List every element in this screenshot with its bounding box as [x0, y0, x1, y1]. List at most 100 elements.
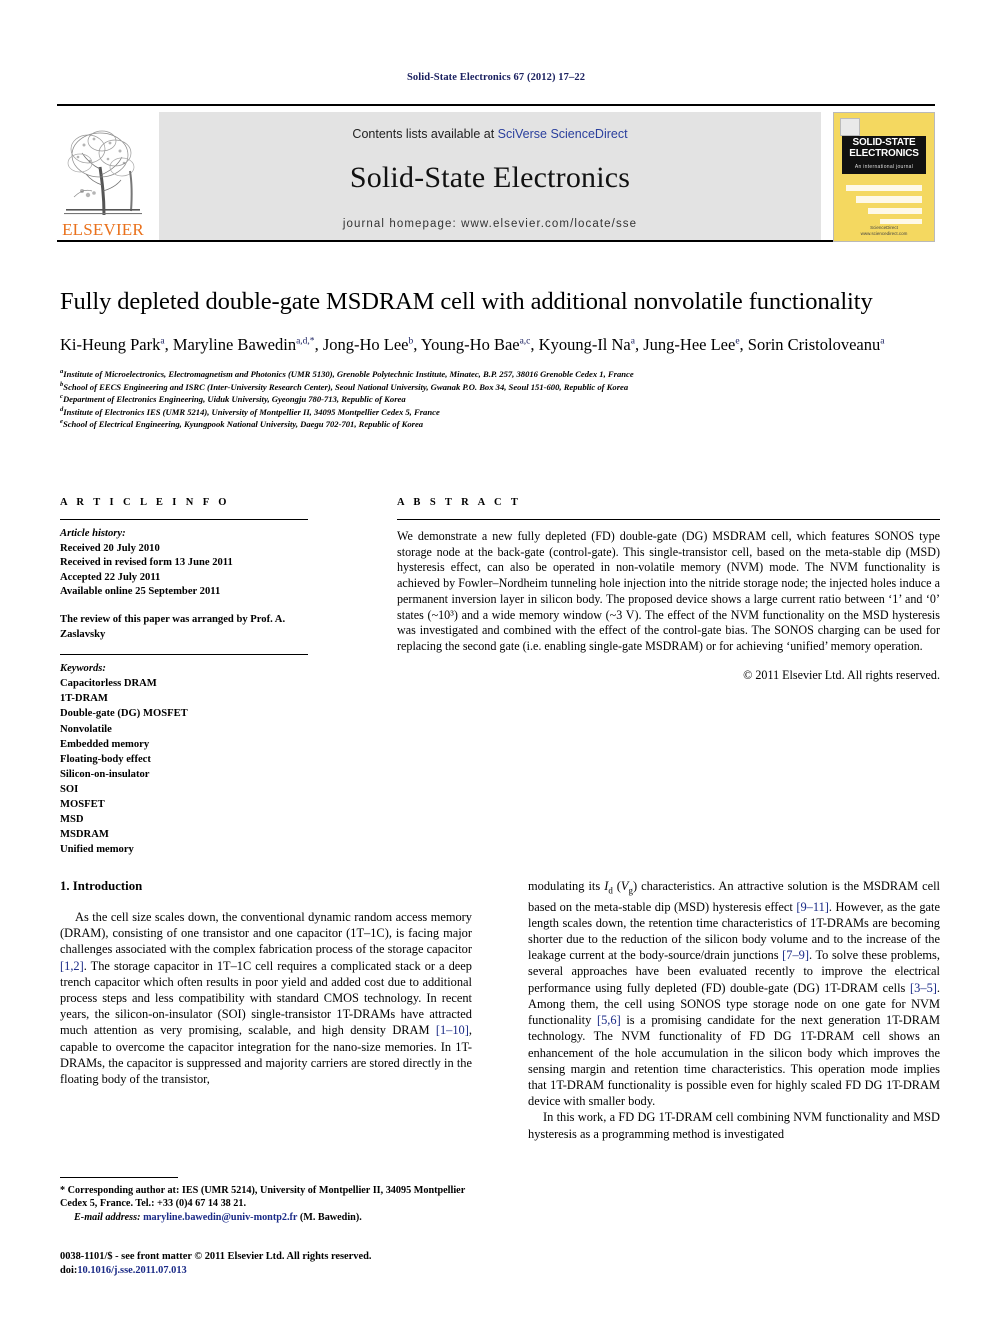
journal-homepage-link[interactable]: journal homepage: www.elsevier.com/locat… — [159, 218, 821, 230]
cover-elsevier-icon — [840, 118, 860, 136]
intro-p1-a: As the cell size scales down, the conven… — [60, 910, 472, 957]
elsevier-tree-icon — [60, 125, 146, 221]
author-affiliation-mark: a — [160, 336, 165, 347]
article-history-heading: Article history: — [60, 528, 126, 539]
contents-available-line: Contents lists available at SciVerse Sci… — [352, 127, 627, 141]
citation-ref-6[interactable]: [5,6] — [597, 1013, 621, 1027]
keyword-item: 1T-DRAM — [60, 693, 108, 705]
journal-masthead: ELSEVIER Contents lists available at Sci… — [57, 104, 935, 242]
author-name: Maryline Bawedin — [172, 335, 297, 354]
abstract-label: A B S T R A C T — [397, 497, 522, 508]
author-affiliation-mark: a,d,* — [296, 336, 315, 347]
cover-title-line2: ELECTRONICS — [849, 148, 919, 160]
doi-link[interactable]: 10.1016/j.sse.2011.07.013 — [77, 1265, 186, 1276]
intro-paragraph-1: As the cell size scales down, the conven… — [60, 909, 472, 1087]
sciencedirect-link[interactable]: SciVerse ScienceDirect — [498, 127, 628, 141]
keyword-item: Capacitorless DRAM — [60, 678, 157, 690]
article-info-label: A R T I C L E I N F O — [60, 497, 230, 508]
citation-ref-4[interactable]: [7–9] — [782, 948, 809, 962]
affiliation-item: aInstitute of Microelectronics, Electrom… — [60, 368, 940, 381]
author-list: Ki-Heung Parka, Maryline Bawedina,d,*, J… — [60, 335, 885, 354]
affiliation-text: Institute of Microelectronics, Electroma… — [63, 369, 634, 379]
citation-ref-2[interactable]: [1–10] — [436, 1023, 469, 1037]
intro-p2-paren: ( — [612, 879, 621, 893]
journal-title: Solid-State Electronics — [349, 161, 631, 194]
running-head: Solid-State Electronics 67 (2012) 17–22 — [406, 72, 586, 83]
abstract-copyright: © 2011 Elsevier Ltd. All rights reserved… — [743, 667, 940, 682]
keyword-item: MSDRAM — [60, 829, 109, 841]
cover-subtitle: An international journal — [854, 164, 914, 171]
email-link[interactable]: maryline.bawedin@univ-montp2.fr — [143, 1212, 297, 1223]
issn-line: 0038-1101/$ - see front matter © 2011 El… — [60, 1251, 372, 1262]
journal-cover: SOLID-STATE ELECTRONICS An international… — [831, 112, 935, 242]
article-history-item: Received 20 July 2010 — [60, 542, 160, 554]
author-name: Young-Ho Bae — [420, 335, 520, 354]
intro-paragraph-3: In this work, a FD DG 1T-DRAM cell combi… — [528, 1110, 940, 1141]
journal-band: Contents lists available at SciVerse Sci… — [159, 112, 821, 240]
keyword-item: SOI — [60, 783, 79, 795]
cover-stripe-2 — [856, 196, 922, 203]
keyword-item: Floating-body effect — [60, 753, 151, 765]
footnote-area: * Corresponding author at: IES (UMR 5214… — [60, 1177, 472, 1224]
article-history-item: Available online 25 September 2011 — [60, 586, 221, 598]
author-name: Jong-Ho Lee — [322, 335, 409, 354]
doi-label: doi: — [60, 1264, 78, 1276]
title-block: Fully depleted double-gate MSDRAM cell w… — [60, 287, 940, 431]
elsevier-wordmark: ELSEVIER — [62, 220, 144, 239]
symbol-vg: V — [620, 879, 629, 893]
author-affiliation-mark: a — [880, 336, 885, 347]
affiliation-item: dInstitute of Electronics IES (UMR 5214)… — [60, 406, 940, 419]
abstract-text: We demonstrate a new fully depleted (FD)… — [397, 529, 940, 653]
review-note: The review of this paper was arranged by… — [60, 613, 286, 640]
body-column-left: 1. Introduction As the cell size scales … — [60, 878, 472, 1087]
author-name: Sorin Cristoloveanu — [747, 335, 881, 354]
keyword-item: Silicon-on-insulator — [60, 768, 150, 780]
contents-prefix: Contents lists available at — [352, 127, 498, 141]
cover-stripe-4 — [880, 219, 922, 225]
cover-stripe-1 — [846, 184, 922, 192]
affiliation-item: eSchool of Electrical Engineering, Kyung… — [60, 418, 940, 431]
corresponding-text: Corresponding author at: IES (UMR 5214),… — [60, 1185, 466, 1210]
affiliation-item: bSchool of EECS Engineering and ISRC (In… — [60, 381, 940, 394]
article-history-item: Accepted 22 July 2011 — [60, 571, 161, 583]
email-suffix: (M. Bawedin). — [297, 1211, 362, 1223]
intro-p2-f: is a promising candidate for the next ge… — [528, 1013, 940, 1109]
corresponding-author-note: * Corresponding author at: IES (UMR 5214… — [60, 1184, 472, 1211]
journal-cover-image: SOLID-STATE ELECTRONICS An international… — [833, 112, 935, 242]
keyword-item: Unified memory — [60, 844, 134, 856]
abstract-body: We demonstrate a new fully depleted (FD)… — [397, 520, 940, 683]
masthead-bottom-rule — [57, 240, 935, 242]
citation-ref-3[interactable]: [9–11] — [796, 900, 829, 914]
citation-ref-5[interactable]: [3–5] — [910, 981, 937, 995]
intro-p2-a: modulating its — [528, 879, 605, 893]
author-name: Kyoung-Il Na — [538, 335, 631, 354]
cover-title-text: SOLID-STATE ELECTRONICS — [842, 137, 926, 159]
author-affiliation-mark: e — [735, 336, 740, 347]
email-note: E-mail address: maryline.bawedin@univ-mo… — [60, 1211, 472, 1224]
email-label: E-mail address: — [74, 1211, 141, 1223]
imprint-block: 0038-1101/$ - see front matter © 2011 El… — [60, 1250, 472, 1277]
article-history: Article history: Received 20 July 2010 Re… — [60, 520, 308, 642]
affiliation-item: cDepartment of Electronics Engineering, … — [60, 393, 940, 406]
author-affiliation-mark: b — [408, 336, 414, 347]
article-history-item: Received in revised form 13 June 2011 — [60, 557, 233, 569]
keyword-item: Nonvolatile — [60, 723, 112, 735]
citation-ref-1[interactable]: [1,2] — [60, 959, 84, 973]
elsevier-logo: ELSEVIER — [57, 112, 149, 240]
keywords-block: Keywords: Capacitorless DRAM 1T-DRAM Doubl… — [60, 655, 308, 857]
cover-title-line1: SOLID-STATE — [852, 137, 916, 149]
keyword-item: Embedded memory — [60, 738, 150, 750]
cover-footer: ScienceDirect www.sciencedirect.com — [834, 225, 934, 237]
cover-footer-line2: www.sciencedirect.com — [860, 231, 908, 236]
keyword-item: Double-gate (DG) MOSFET — [60, 708, 188, 720]
affiliation-text: Department of Electronics Engineering, U… — [62, 394, 406, 405]
section-heading-introduction: 1. Introduction — [60, 879, 143, 893]
affiliation-list: aInstitute of Microelectronics, Electrom… — [60, 368, 940, 431]
keyword-item: MSD — [60, 814, 84, 826]
article-info-column: A R T I C L E I N F O Article history: R… — [60, 497, 308, 857]
abstract-column: A B S T R A C T We demonstrate a new ful… — [397, 497, 940, 683]
doi-line: doi:10.1016/j.sse.2011.07.013 — [60, 1264, 472, 1278]
keywords-heading: Keywords: — [60, 663, 106, 675]
affiliation-text: School of Electrical Engineering, Kyungp… — [62, 419, 424, 430]
